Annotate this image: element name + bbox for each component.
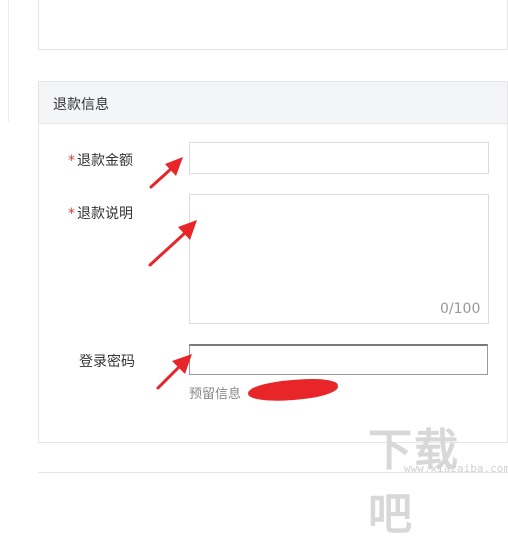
refund-reason-label: * 退款说明 [68, 203, 133, 223]
required-mark: * [68, 206, 75, 222]
reserved-info-hint: 预留信息 [189, 387, 242, 402]
watermark-url: www.xiazaiba.com [404, 462, 508, 475]
refund-amount-input[interactable] [189, 142, 489, 174]
login-password-label: 登录密码 [79, 354, 135, 370]
section-header: 退款信息 [39, 82, 507, 124]
char-counter: 0/100 [440, 301, 481, 317]
login-password-input[interactable] [189, 344, 488, 375]
refund-reason-label-text: 退款说明 [77, 206, 133, 222]
refund-amount-label-text: 退款金额 [77, 153, 133, 169]
watermark: 下载吧 www.xiazaiba.com [368, 414, 508, 540]
previous-card [38, 0, 508, 50]
required-mark: * [68, 153, 75, 169]
watermark-logo: 下载吧 [368, 425, 460, 540]
left-divider [8, 0, 9, 122]
refund-amount-label: * 退款金额 [68, 150, 133, 170]
section-title: 退款信息 [53, 97, 109, 113]
